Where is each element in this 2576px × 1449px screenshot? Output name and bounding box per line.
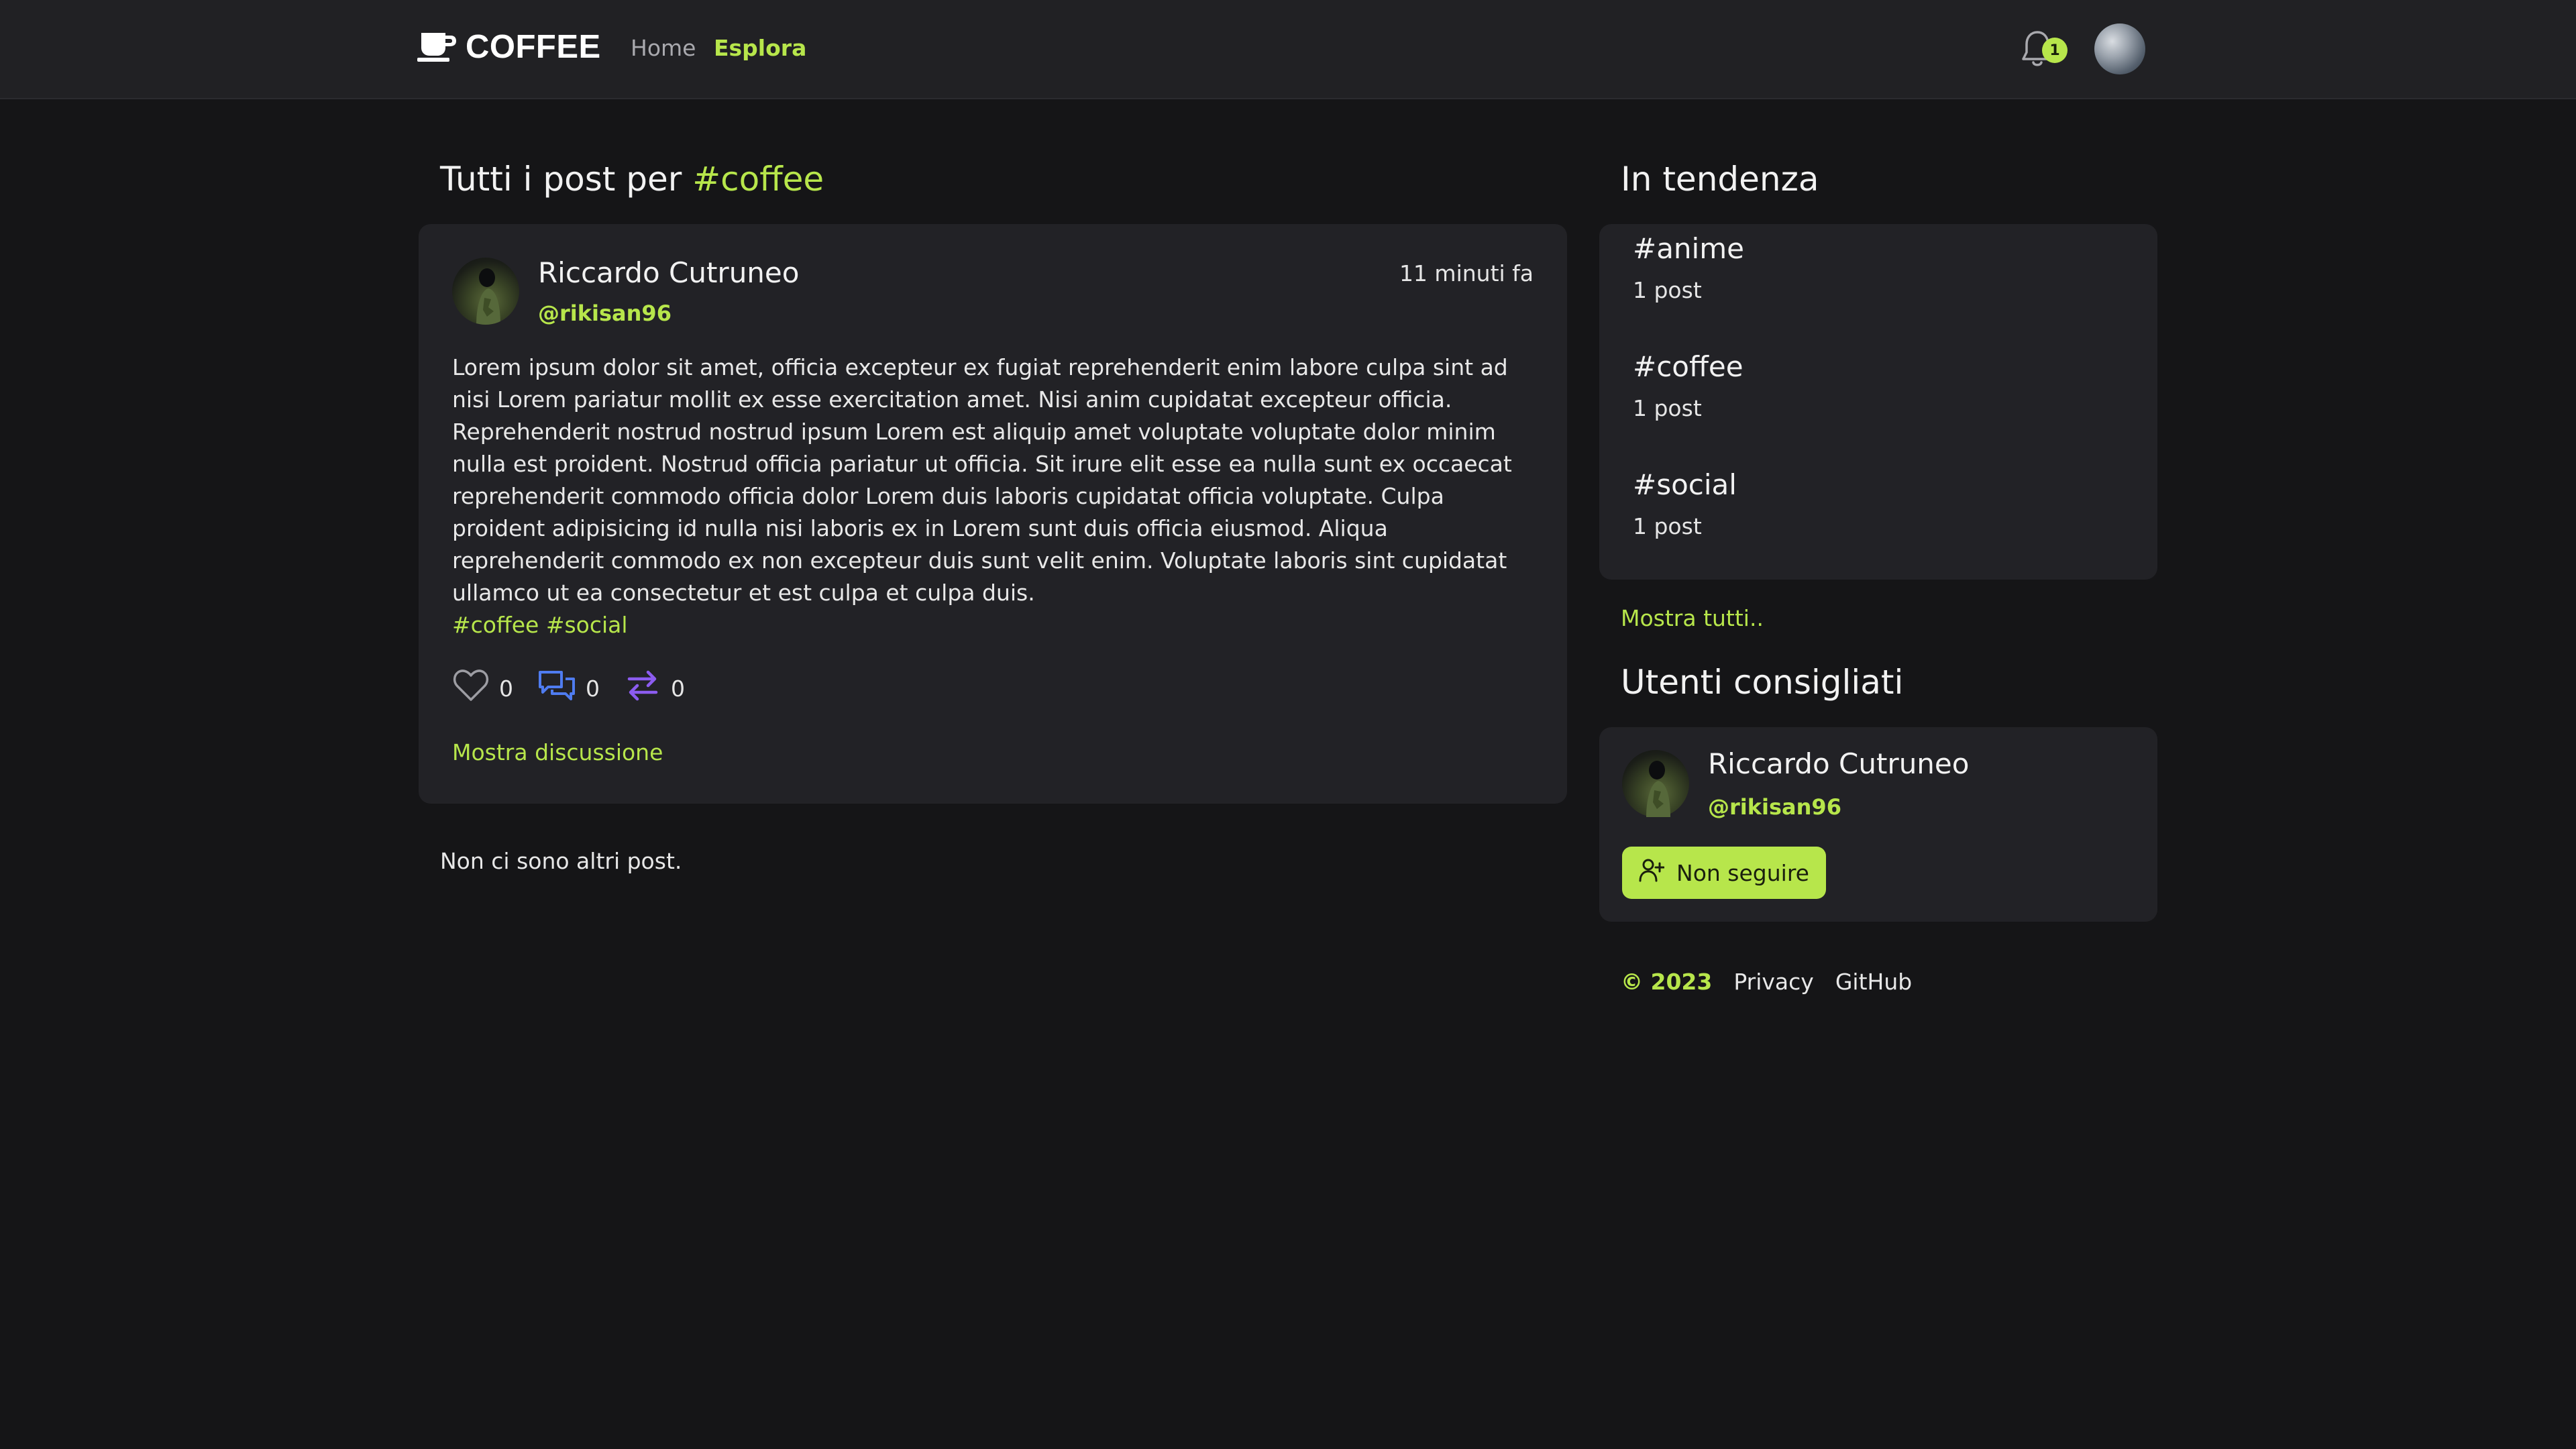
page-title-prefix: Tutti i post per [440,160,693,199]
trending-card: #anime 1 post #coffee 1 post #social 1 p… [1599,224,2157,580]
post-actions: 0 0 0 [452,668,709,708]
page-title: Tutti i post per #coffee [440,160,824,199]
unfollow-button-label: Non seguire [1676,859,1809,886]
user-avatar[interactable] [2094,23,2145,74]
footer-privacy-link[interactable]: Privacy [1733,969,1813,995]
trending-item[interactable]: #coffee 1 post [1633,350,1743,421]
post-card: Riccardo Cutruneo @rikisan96 11 minuti f… [419,224,1567,804]
like-count: 0 [499,675,513,702]
comments-icon [537,668,576,708]
top-navbar: COFFEE Home Esplora 1 [0,0,2576,99]
trending-tag: #social [1633,468,1737,501]
trending-count: 1 post [1633,277,1702,303]
unfollow-button[interactable]: Non seguire [1622,847,1826,899]
comment-count: 0 [586,675,600,702]
suggested-user-name[interactable]: Riccardo Cutruneo [1708,747,1969,780]
coffee-cup-icon [417,29,459,65]
trending-count: 1 post [1633,395,1702,421]
show-discussion-link[interactable]: Mostra discussione [452,739,663,765]
brand-logo[interactable]: COFFEE [417,27,601,67]
footer-github-link[interactable]: GitHub [1835,969,1912,995]
footer-copyright: © 2023 [1621,969,1713,995]
user-plus-icon [1639,858,1665,888]
nav-home-link[interactable]: Home [631,35,696,61]
post-body-text: Lorem ipsum dolor sit amet, officia exce… [452,354,1512,606]
repost-arrows-icon [624,667,661,710]
post-author-avatar[interactable] [452,258,519,325]
nav-explore-link[interactable]: Esplora [714,35,806,61]
suggested-user-handle[interactable]: @rikisan96 [1708,794,1841,820]
page-title-tag: #coffee [692,160,824,199]
post-author-handle[interactable]: @rikisan96 [538,301,672,326]
suggested-user-avatar[interactable] [1622,750,1689,817]
heart-icon [452,669,490,708]
no-more-posts-text: Non ci sono altri post. [440,848,682,874]
show-all-trending-link[interactable]: Mostra tutti.. [1621,605,1764,631]
like-button[interactable]: 0 [452,669,513,708]
post-author-name[interactable]: Riccardo Cutruneo [538,256,799,289]
trending-item[interactable]: #anime 1 post [1633,232,1744,303]
brand-name: COFFEE [466,29,601,65]
suggested-users-title: Utenti consigliati [1621,663,1904,702]
notification-count-badge: 1 [2042,38,2068,63]
repost-count: 0 [671,675,685,702]
trending-count: 1 post [1633,513,1702,539]
trending-tag: #coffee [1633,350,1743,383]
trending-title: In tendenza [1621,160,1819,199]
suggested-user-card: Riccardo Cutruneo @rikisan96 Non seguire [1599,727,2157,922]
repost-button[interactable]: 0 [624,667,685,710]
comment-button[interactable]: 0 [537,668,600,708]
trending-tag: #anime [1633,232,1744,265]
trending-item[interactable]: #social 1 post [1633,468,1737,539]
footer: © 2023 Privacy GitHub [1621,969,1912,995]
post-timestamp: 11 minuti fa [1399,260,1534,286]
post-hashtags[interactable]: #coffee #social [452,612,628,638]
